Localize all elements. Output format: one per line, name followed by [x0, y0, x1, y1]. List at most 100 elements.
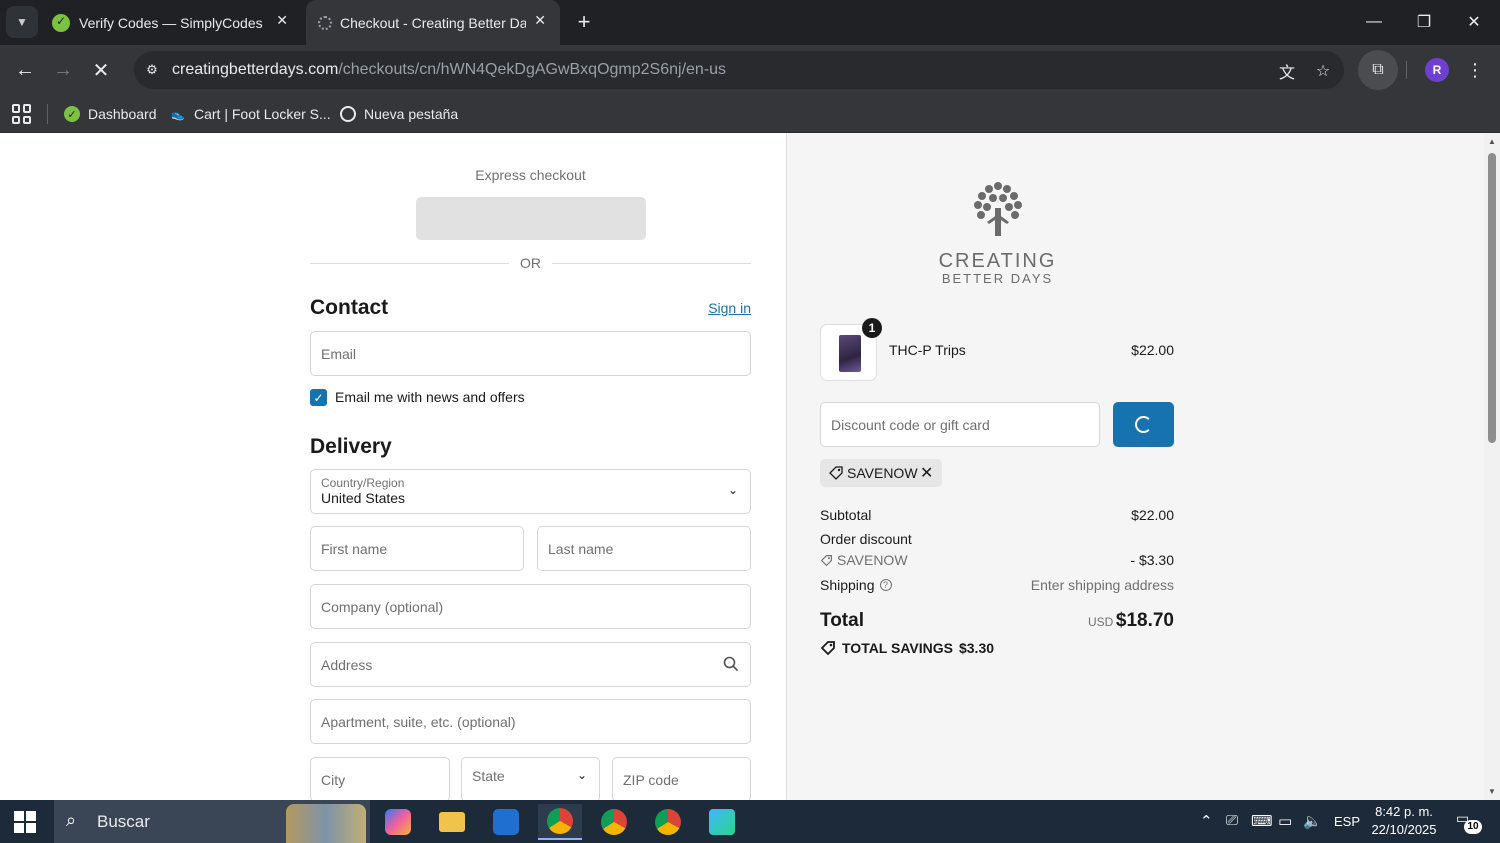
- company-field[interactable]: Company (optional): [310, 584, 751, 629]
- clock-date: 22/10/2025: [1371, 822, 1437, 837]
- address-bar[interactable]: ⚙ creatingbetterdays.com/checkouts/cn/hW…: [134, 51, 1344, 89]
- loading-favicon-icon: [318, 15, 332, 30]
- tab-simplycodes[interactable]: Verify Codes — SimplyCodes ✕: [44, 0, 302, 45]
- stop-loading-button[interactable]: ✕: [86, 55, 116, 85]
- address-placeholder: Address: [321, 657, 373, 673]
- outlook-app-icon[interactable]: [484, 804, 528, 840]
- bookmark-label: Cart | Foot Locker S...: [194, 106, 331, 122]
- chrome-profile-app-icon[interactable]: [646, 804, 690, 840]
- total-savings-value: $3.30: [958, 640, 995, 656]
- tree-logo-icon: [973, 182, 1022, 236]
- new-tab-button[interactable]: +: [570, 8, 598, 36]
- close-icon[interactable]: ✕: [534, 12, 546, 29]
- remove-discount-icon[interactable]: ✕: [920, 463, 933, 483]
- bookmark-new-tab[interactable]: Nueva pestaña: [340, 102, 458, 126]
- simplycodes-favicon-icon: ✓: [64, 106, 80, 122]
- quantity-badge: 1: [862, 318, 882, 338]
- vpn-app-icon[interactable]: [700, 804, 744, 840]
- windows-start-icon[interactable]: [14, 811, 36, 833]
- checkout-page: Express checkout OR Contact Sign in Emai…: [0, 133, 1484, 800]
- minimize-button[interactable]: —: [1354, 8, 1394, 36]
- delivery-heading: Delivery: [310, 435, 392, 458]
- tab-strip: ▼ Verify Codes — SimplyCodes ✕ Checkout …: [0, 0, 1500, 45]
- apartment-field[interactable]: Apartment, suite, etc. (optional): [310, 699, 751, 744]
- profile-avatar[interactable]: R: [1425, 58, 1449, 82]
- express-checkout-label: Express checkout: [475, 167, 586, 183]
- apartment-placeholder: Apartment, suite, etc. (optional): [321, 714, 516, 730]
- total-currency: USD: [1088, 615, 1114, 629]
- zip-field[interactable]: ZIP code: [612, 757, 751, 800]
- more-menu-icon[interactable]: ⋮: [1465, 58, 1485, 82]
- taskbar-search[interactable]: ⌕ Buscar: [54, 800, 370, 843]
- discount-code-input[interactable]: Discount code or gift card: [820, 402, 1100, 447]
- tag-icon: [820, 554, 832, 566]
- city-placeholder: City: [321, 772, 346, 788]
- total-value: $18.70: [1115, 610, 1174, 631]
- arrow-left-icon: ←: [15, 58, 35, 81]
- search-highlight-image: [286, 804, 366, 843]
- apps-grid-icon[interactable]: [12, 104, 32, 124]
- scroll-down-icon[interactable]: ▼: [1487, 786, 1497, 796]
- notifications-icon[interactable]: ▭ 10: [1456, 810, 1482, 834]
- country-select[interactable]: Country/Region United States ⌄: [310, 469, 751, 514]
- last-name-field[interactable]: Last name: [537, 526, 751, 571]
- bookmarks-divider: [47, 104, 48, 124]
- close-window-button[interactable]: ✕: [1454, 8, 1494, 36]
- chrome-profile-app-icon[interactable]: [592, 804, 636, 840]
- extensions-button[interactable]: ⧉: [1358, 50, 1398, 90]
- back-button[interactable]: ←: [10, 55, 40, 85]
- search-icon: ⌕: [66, 810, 77, 830]
- total-savings: TOTAL SAVINGS $3.30: [820, 640, 994, 656]
- file-explorer-app-icon[interactable]: [430, 804, 474, 840]
- bookmark-label: Dashboard: [88, 106, 157, 122]
- input-icon[interactable]: ⌨: [1251, 812, 1273, 830]
- copilot-app-icon[interactable]: [376, 804, 420, 840]
- forward-button[interactable]: →: [48, 55, 78, 85]
- scroll-up-icon[interactable]: ▲: [1487, 136, 1497, 146]
- state-select[interactable]: State ⌄: [461, 757, 600, 800]
- subtotal-value: $22.00: [1131, 507, 1174, 523]
- first-name-field[interactable]: First name: [310, 526, 524, 571]
- discount-code-label: SAVENOW: [837, 552, 908, 568]
- bookmarks-bar: ✓ Dashboard 👟 Cart | Foot Locker S... Nu…: [0, 95, 1500, 133]
- page-scrollbar[interactable]: ▲ ▼: [1484, 133, 1500, 800]
- sign-in-link[interactable]: Sign in: [690, 300, 751, 316]
- country-value: United States: [321, 490, 406, 506]
- url-text[interactable]: creatingbetterdays.com/checkouts/cn/hWN4…: [172, 61, 726, 79]
- brand-name: CREATING: [938, 250, 1057, 272]
- meet-icon[interactable]: ⎚: [1226, 812, 1238, 829]
- globe-icon: [340, 106, 356, 122]
- chrome-app-icon[interactable]: [538, 804, 582, 840]
- bookmark-dashboard[interactable]: ✓ Dashboard: [64, 102, 157, 126]
- volume-icon[interactable]: 🔈: [1303, 812, 1322, 830]
- address-field[interactable]: Address: [310, 642, 751, 687]
- email-placeholder: Email: [321, 346, 357, 362]
- brand-logo[interactable]: CREATING BETTER DAYS: [930, 178, 1065, 287]
- translate-icon[interactable]: 文: [1276, 60, 1298, 82]
- tab-search-button[interactable]: ▼: [6, 6, 38, 38]
- search-icon: [723, 656, 739, 672]
- applied-discount-code: SAVENOW: [847, 465, 918, 481]
- bookmark-foot-locker[interactable]: 👟 Cart | Foot Locker S...: [170, 102, 331, 126]
- brand-subtitle: BETTER DAYS: [941, 271, 1054, 286]
- city-field[interactable]: City: [310, 757, 450, 800]
- newsletter-checkbox[interactable]: ✓: [310, 389, 327, 406]
- email-field[interactable]: Email: [310, 331, 751, 376]
- apply-discount-button[interactable]: [1113, 402, 1174, 447]
- shipping-row: Shipping ?: [820, 577, 892, 593]
- restore-button[interactable]: ❐: [1404, 8, 1444, 36]
- tab-title: Checkout - Creating Better Days: [340, 14, 526, 31]
- scrollbar-thumb[interactable]: [1488, 153, 1496, 443]
- star-icon[interactable]: ☆: [1312, 60, 1334, 82]
- state-placeholder: State: [472, 768, 505, 784]
- language-indicator[interactable]: ESP: [1334, 814, 1360, 829]
- network-icon[interactable]: ▭: [1278, 812, 1292, 830]
- chevron-down-icon: ▼: [16, 15, 28, 29]
- help-icon[interactable]: ?: [879, 579, 892, 591]
- site-settings-icon[interactable]: ⚙: [142, 60, 162, 80]
- tab-checkout[interactable]: Checkout - Creating Better Days ✕: [306, 0, 560, 45]
- close-icon[interactable]: ✕: [276, 12, 288, 29]
- chevron-up-icon[interactable]: ⌃: [1200, 812, 1213, 830]
- express-checkout-button[interactable]: [416, 197, 646, 240]
- clock[interactable]: 8:42 p. m. 22/10/2025: [1360, 803, 1448, 839]
